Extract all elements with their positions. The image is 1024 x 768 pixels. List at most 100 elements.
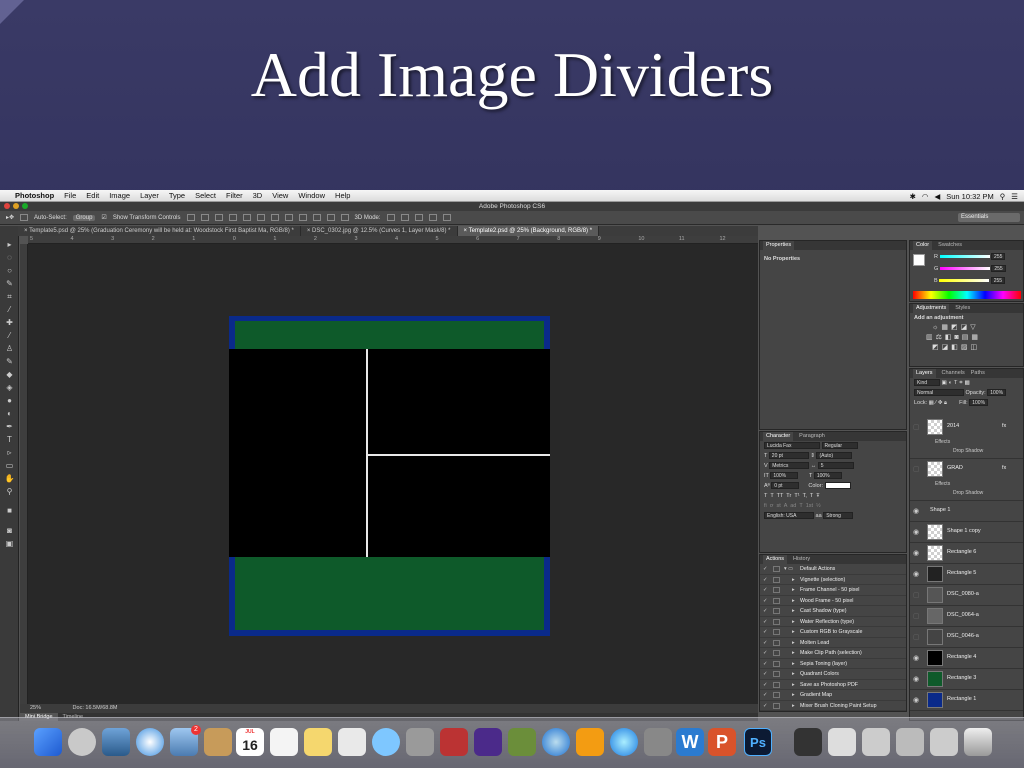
- distribute-hcenter-icon[interactable]: [326, 214, 335, 221]
- fill-field[interactable]: 100%: [969, 399, 989, 407]
- visibility-toggle[interactable]: ▢: [913, 612, 920, 620]
- launchpad-icon[interactable]: [68, 728, 96, 756]
- layer-row[interactable]: ▢ DSC_0064-a: [910, 606, 1023, 627]
- tab-color[interactable]: Color: [913, 241, 933, 250]
- mission-control-icon[interactable]: [102, 728, 130, 756]
- font-style-select[interactable]: Regular: [821, 442, 858, 450]
- path-select-tool-icon[interactable]: ▹: [4, 448, 15, 457]
- text-color-swatch[interactable]: [824, 482, 851, 490]
- distribute-bottom-icon[interactable]: [298, 214, 307, 221]
- action-row[interactable]: ✓ ▸ Molten Lead: [760, 638, 906, 648]
- distribute-top-icon[interactable]: [270, 214, 279, 221]
- mail-icon[interactable]: 2: [170, 725, 201, 756]
- visibility-toggle[interactable]: ▢: [913, 465, 920, 473]
- layer-row[interactable]: ▢ DSC_0046-a: [910, 627, 1023, 648]
- eye-icon[interactable]: ◉: [913, 549, 919, 557]
- notification-center-icon[interactable]: ☰: [1011, 192, 1018, 201]
- doc-tab[interactable]: × DSC_0302.jpg @ 12.5% (Curves 1, Layer …: [301, 226, 458, 236]
- move-tool-icon[interactable]: ▸: [4, 240, 15, 249]
- tab-swatches[interactable]: Swatches: [938, 241, 962, 250]
- menu-select[interactable]: Select: [190, 191, 221, 200]
- layer-row[interactable]: ◉ Shape 1 copy: [910, 522, 1023, 543]
- menu-file[interactable]: File: [59, 191, 81, 200]
- calendar-icon[interactable]: JUL 16: [236, 728, 264, 756]
- zoom-window-button[interactable]: [22, 203, 28, 209]
- align-bottom-icon[interactable]: [214, 214, 223, 221]
- foreground-color-chip[interactable]: [913, 254, 925, 266]
- pen-tool-icon[interactable]: ✒: [4, 422, 15, 431]
- word-icon[interactable]: W: [676, 728, 704, 756]
- spotlight-search-icon[interactable]: ⚲: [1000, 192, 1006, 201]
- font-size-field[interactable]: 20 pt: [768, 452, 809, 460]
- action-row[interactable]: ✓ ▸ Mixer Brush Cloning Paint Setup: [760, 701, 906, 711]
- opentype-buttons[interactable]: fi ơ st A ad T 1st ½: [760, 501, 906, 511]
- menu-help[interactable]: Help: [330, 191, 355, 200]
- messages-icon[interactable]: [372, 728, 400, 756]
- layer-row[interactable]: ▢ DSC_0080-a: [910, 585, 1023, 606]
- action-row[interactable]: ✓ ▸ Save as Photoshop PDF: [760, 680, 906, 690]
- layer-row[interactable]: ◉ Rectangle 1: [910, 690, 1023, 711]
- 3d-scale-icon[interactable]: [442, 214, 451, 221]
- eye-icon[interactable]: ◉: [913, 570, 919, 578]
- volume-icon[interactable]: ◀: [934, 192, 940, 201]
- color-spectrum[interactable]: [913, 291, 1021, 299]
- action-row[interactable]: ✓ ▸ Gradient Map: [760, 690, 906, 701]
- wifi-icon[interactable]: ◠: [922, 192, 929, 201]
- brush-tool-icon[interactable]: ⁄: [4, 331, 15, 340]
- hand-tool-icon[interactable]: ✋: [4, 474, 15, 483]
- move-tool-preset-icon[interactable]: ▸✥: [6, 214, 14, 221]
- layer-filter-kind[interactable]: Kind: [914, 379, 940, 387]
- tracking-field[interactable]: 5: [817, 462, 854, 470]
- align-right-icon[interactable]: [256, 214, 265, 221]
- clone-stamp-tool-icon[interactable]: ♙: [4, 344, 15, 353]
- doc-tab-active[interactable]: × Template2.psd @ 25% (Background, RGB/8…: [457, 226, 600, 236]
- notes-icon[interactable]: [304, 728, 332, 756]
- eye-icon[interactable]: ◉: [913, 507, 919, 515]
- safari-icon[interactable]: [136, 728, 164, 756]
- green-value[interactable]: 255: [991, 265, 1006, 272]
- blue-value[interactable]: 255: [990, 277, 1006, 284]
- auto-select-checkbox[interactable]: [20, 214, 29, 221]
- screen-mode-icon[interactable]: ▣: [4, 539, 15, 548]
- eye-icon[interactable]: ◉: [913, 696, 919, 704]
- powerpoint-icon[interactable]: P: [708, 728, 736, 756]
- app-store-icon[interactable]: [610, 728, 638, 756]
- action-row[interactable]: ✓ ▸ Water Reflection (type): [760, 617, 906, 627]
- tab-actions[interactable]: Actions: [763, 555, 788, 564]
- menu-layer[interactable]: Layer: [135, 191, 164, 200]
- menu-app-name[interactable]: Photoshop: [10, 191, 59, 200]
- blur-tool-icon[interactable]: ●: [4, 396, 15, 405]
- menu-3d[interactable]: 3D: [248, 191, 268, 200]
- action-set-row[interactable]: ✓ ▾ ▭ Default Actions: [760, 564, 906, 575]
- adjustment-icons-row-2[interactable]: ▥⚖◧◙▤▦: [910, 333, 1023, 343]
- type-style-buttons[interactable]: T T TT Tr T¹ T, T Ŧ: [760, 491, 906, 501]
- iphoto-icon[interactable]: [508, 728, 536, 756]
- document-stack-icon[interactable]: [828, 728, 856, 756]
- align-left-icon[interactable]: [228, 214, 237, 221]
- imovie-icon[interactable]: [474, 728, 502, 756]
- layer-row[interactable]: ▢ GRAD fx Effects Drop Shadow: [910, 459, 1023, 501]
- leading-field[interactable]: (Auto): [816, 452, 853, 460]
- crop-tool-icon[interactable]: ⌗: [4, 292, 15, 301]
- finder-icon[interactable]: [34, 728, 62, 756]
- action-row[interactable]: ✓ ▸ Frame Channel - 50 pixel: [760, 585, 906, 596]
- fx-icon[interactable]: fx: [1002, 423, 1006, 429]
- align-hcenter-icon[interactable]: [242, 214, 251, 221]
- show-transform-checkbox[interactable]: ☑: [101, 214, 106, 221]
- menubar-clock[interactable]: Sun 10:32 PM: [946, 192, 994, 201]
- menu-filter[interactable]: Filter: [221, 191, 248, 200]
- workspace-switcher[interactable]: Essentials: [958, 213, 1020, 222]
- ibooks-icon[interactable]: [576, 728, 604, 756]
- fx-icon[interactable]: fx: [1002, 465, 1006, 471]
- eye-icon[interactable]: ◉: [913, 528, 919, 536]
- shape-tool-icon[interactable]: ▭: [4, 461, 15, 470]
- antialias-select[interactable]: Strong: [823, 512, 854, 520]
- tab-channels[interactable]: Channels: [942, 369, 965, 378]
- 3d-slide-icon[interactable]: [428, 214, 437, 221]
- layer-row[interactable]: ◉ Rectangle 6: [910, 543, 1023, 564]
- 3d-drag-icon[interactable]: [414, 214, 423, 221]
- tab-adjustments[interactable]: Adjustments: [913, 304, 950, 313]
- menu-window[interactable]: Window: [293, 191, 330, 200]
- document-canvas[interactable]: [229, 316, 550, 636]
- opacity-field[interactable]: 100%: [987, 389, 1007, 397]
